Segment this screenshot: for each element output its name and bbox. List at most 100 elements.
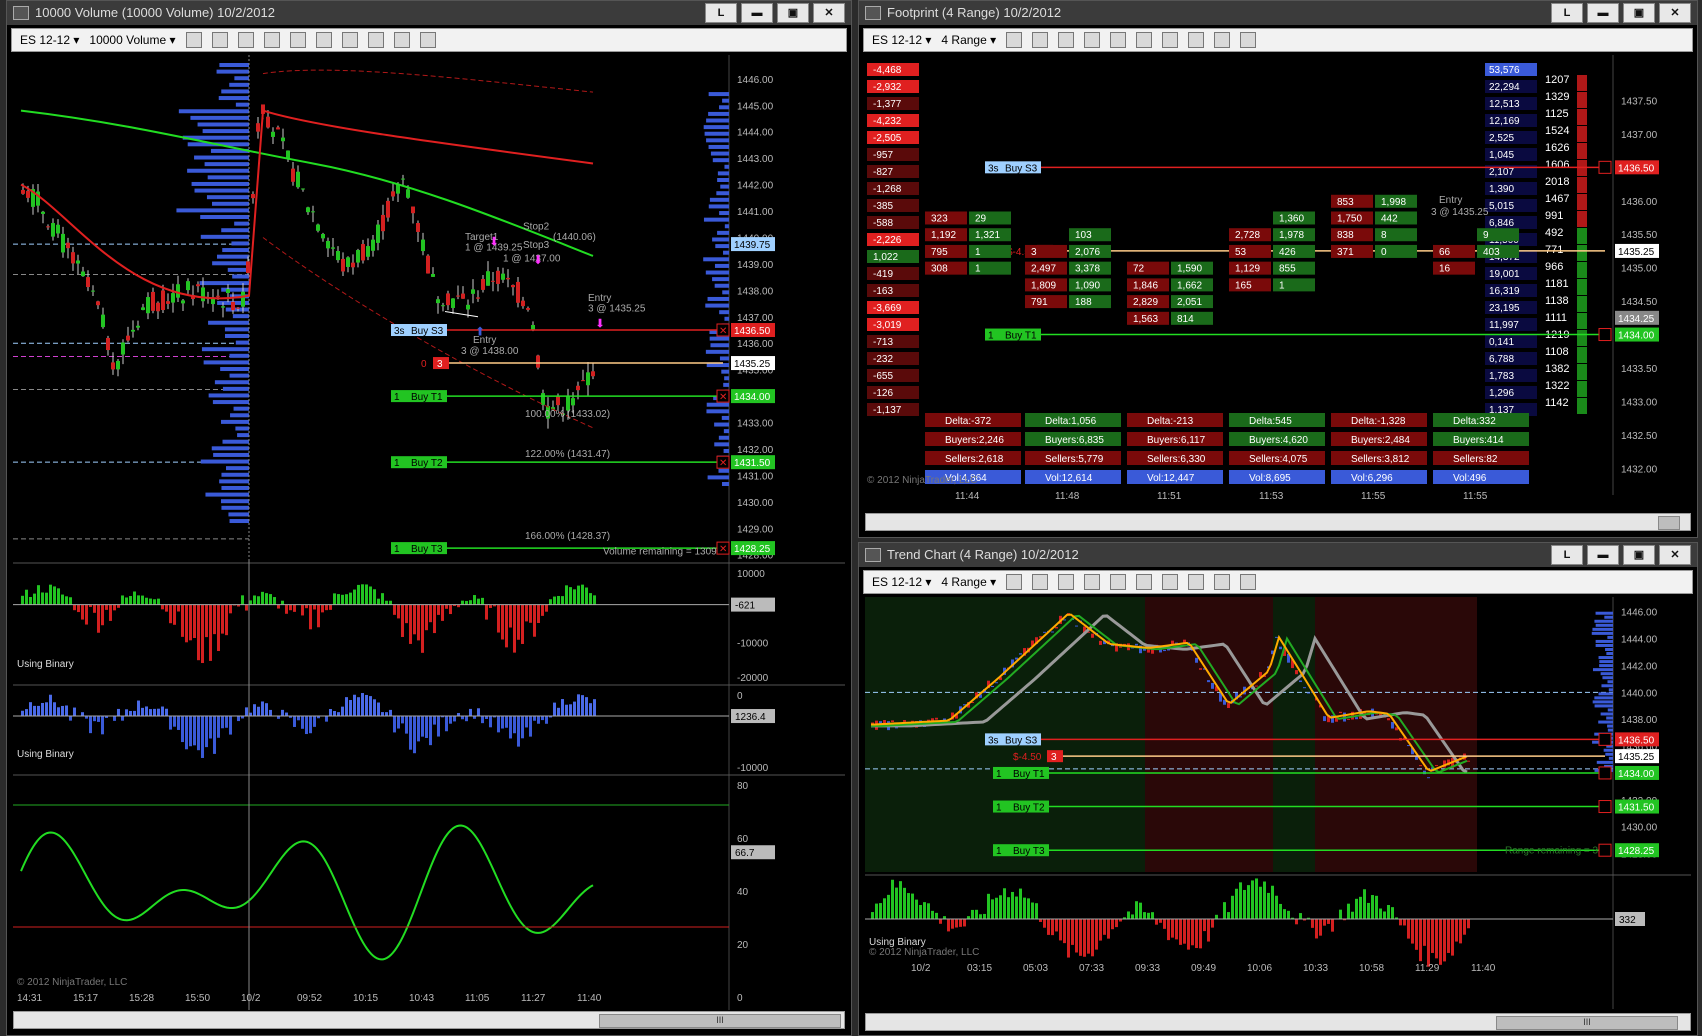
indicator-histogram-bar: [1275, 895, 1278, 919]
volume-price-panel[interactable]: 1446.00 1445.00 1444.00 1443.00 1442.00 1441.…: [13, 55, 845, 1010]
instrument-selector[interactable]: ES 12-12 ▾: [20, 33, 79, 47]
window-titlebar[interactable]: Footprint (4 Range) 10/2/2012 L ▬ ▣ ✕: [859, 1, 1697, 25]
volume-profile-bar: [191, 181, 249, 186]
candle-body: [1303, 687, 1306, 689]
period-selector[interactable]: 10000 Volume ▾: [89, 33, 175, 47]
indicator-histogram-bar: [1247, 885, 1250, 919]
candle-body: [441, 305, 445, 307]
indicator-histogram-bar: [121, 595, 124, 605]
layout-button[interactable]: L: [1551, 3, 1583, 23]
properties-icon[interactable]: [1136, 574, 1153, 590]
volume-profile-bar: [708, 92, 729, 97]
drawing-tool-icon[interactable]: [1032, 574, 1049, 590]
bar-stat-label: Vol:496: [1453, 473, 1487, 484]
properties-icon[interactable]: [315, 32, 332, 48]
layout-button[interactable]: L: [1551, 545, 1583, 565]
indicator-histogram-bar: [89, 716, 92, 734]
bar-style-icon[interactable]: [1006, 574, 1023, 590]
drawing-tool-icon[interactable]: [1032, 32, 1049, 48]
indicator-histogram-bar: [525, 604, 528, 622]
maximize-button[interactable]: ▣: [1623, 545, 1655, 565]
window-titlebar[interactable]: Trend Chart (4 Range) 10/2/2012 L ▬ ▣ ✕: [859, 543, 1697, 567]
indicator-histogram-bar: [1163, 919, 1166, 929]
horizontal-scrollbar[interactable]: III: [13, 1011, 845, 1029]
crosshair-icon[interactable]: [1110, 32, 1127, 48]
close-button[interactable]: ✕: [813, 3, 845, 23]
candle-body: [116, 360, 120, 370]
chart-trader-icon[interactable]: [341, 32, 358, 48]
minimize-button[interactable]: ▬: [1587, 3, 1619, 23]
close-button[interactable]: ✕: [1659, 3, 1691, 23]
indicator-histogram-bar: [53, 702, 56, 717]
zoom-in-icon[interactable]: [1058, 574, 1075, 590]
bar-style-icon[interactable]: [1006, 32, 1023, 48]
indicator-histogram-bar: [1351, 911, 1354, 919]
zoom-out-icon[interactable]: [1084, 574, 1101, 590]
zoom-out-icon[interactable]: [263, 32, 280, 48]
zoom-out-icon[interactable]: [1084, 32, 1101, 48]
indicator-histogram-bar: [373, 699, 376, 717]
volume-profile-bar: [723, 382, 729, 387]
data-box-icon[interactable]: [1240, 32, 1257, 48]
data-box-icon[interactable]: [1240, 574, 1257, 590]
minimize-button[interactable]: ▬: [1587, 545, 1619, 565]
indicators-icon[interactable]: [1188, 574, 1205, 590]
indicator-histogram-bar: [513, 604, 516, 653]
indicator-histogram-bar: [469, 600, 472, 605]
volume-profile-bar: [1607, 724, 1613, 728]
volume-profile-bar: [208, 393, 249, 398]
indicators-icon[interactable]: [367, 32, 384, 48]
zoom-in-icon[interactable]: [1058, 32, 1075, 48]
properties-icon[interactable]: [1136, 32, 1153, 48]
crosshair-icon[interactable]: [289, 32, 306, 48]
horizontal-scrollbar[interactable]: [865, 513, 1691, 531]
scroll-thumb[interactable]: III: [1496, 1016, 1678, 1030]
candle-body: [501, 273, 505, 280]
bar-style-icon[interactable]: [185, 32, 202, 48]
candle-body: [903, 720, 906, 722]
chart-trader-icon[interactable]: [1162, 32, 1179, 48]
data-box-icon[interactable]: [419, 32, 436, 48]
crosshair-icon[interactable]: [1110, 574, 1127, 590]
strategies-icon[interactable]: [1214, 574, 1231, 590]
indicator-histogram-bar: [217, 716, 220, 738]
volume-profile-bar: [705, 349, 729, 354]
maximize-button[interactable]: ▣: [1623, 3, 1655, 23]
indicator-histogram-bar: [1079, 919, 1082, 956]
strategies-icon[interactable]: [393, 32, 410, 48]
indicator-histogram-bar: [561, 699, 564, 717]
indicators-icon[interactable]: [1188, 32, 1205, 48]
candle-body: [891, 720, 894, 723]
indicator-histogram-bar: [1267, 892, 1270, 919]
period-selector[interactable]: 4 Range ▾: [941, 575, 996, 589]
footprint-price-panel[interactable]: 1437.50 1437.00 1436.50 1436.00 1435.50 1435.…: [865, 55, 1691, 510]
chart-trader-icon[interactable]: [1162, 574, 1179, 590]
scroll-thumb[interactable]: [1658, 516, 1680, 530]
close-button[interactable]: ✕: [1659, 545, 1691, 565]
chart-toolbar: ES 12-12 ▾ 10000 Volume ▾: [11, 28, 847, 52]
layout-button[interactable]: L: [705, 3, 737, 23]
window-titlebar[interactable]: 10000 Volume (10000 Volume) 10/2/2012 L …: [7, 1, 851, 25]
drawing-tool-icon[interactable]: [211, 32, 228, 48]
footprint-sell-value: 1,809: [1031, 280, 1056, 291]
candle-body: [81, 271, 85, 277]
footprint-buy-value: 426: [1279, 247, 1296, 258]
indicator-histogram-bar: [577, 694, 580, 717]
candle-body: [56, 224, 60, 234]
period-selector[interactable]: 4 Range ▾: [941, 33, 996, 47]
maximize-button[interactable]: ▣: [777, 3, 809, 23]
indicator-histogram-bar: [1455, 919, 1458, 942]
strategies-icon[interactable]: [1214, 32, 1231, 48]
zoom-in-icon[interactable]: [237, 32, 254, 48]
volume-profile-bar: [230, 413, 249, 418]
indicator-histogram-bar: [497, 604, 500, 633]
minimize-button[interactable]: ▬: [741, 3, 773, 23]
trend-price-panel[interactable]: 1446.00 1444.00 1442.00 1440.00 1438.00 1436.…: [865, 597, 1691, 1009]
candle-body: [1339, 711, 1342, 714]
indicator-histogram-bar: [1463, 919, 1466, 935]
footprint-buy-value: 8: [1381, 230, 1387, 241]
horizontal-scrollbar[interactable]: III: [865, 1013, 1691, 1031]
scroll-thumb[interactable]: III: [599, 1014, 841, 1028]
instrument-selector[interactable]: ES 12-12 ▾: [872, 33, 931, 47]
instrument-selector[interactable]: ES 12-12 ▾: [872, 575, 931, 589]
